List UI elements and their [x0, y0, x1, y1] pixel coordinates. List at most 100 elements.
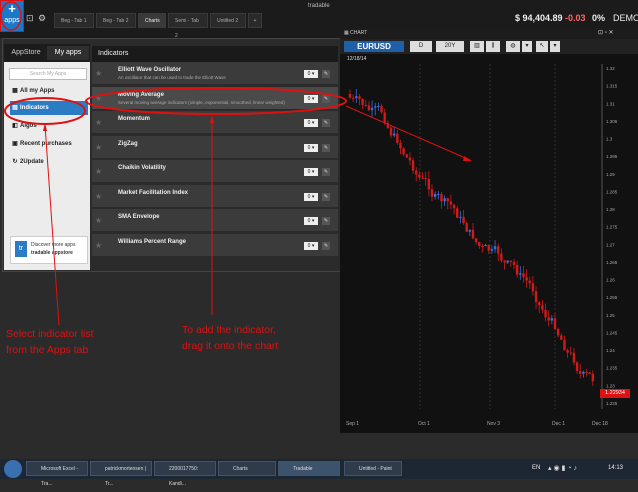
window-controls-icon[interactable]: ⊡ ▫ ✕ — [598, 29, 614, 36]
candle-body — [462, 216, 465, 224]
annotation-left-line-2: from the Apps tab — [6, 344, 89, 356]
edit-icon[interactable]: ✎ — [322, 241, 330, 250]
edit-icon[interactable]: ✎ — [322, 70, 330, 78]
annotation-right: To add the indicator, drag it onto the c… — [182, 322, 278, 354]
taskbar-item-paint[interactable]: Untitled - Paint — [344, 461, 402, 476]
star-icon[interactable]: ★ — [95, 69, 102, 78]
indicator-count[interactable]: 0 ▾ — [304, 192, 318, 201]
price-tick: 1.285 — [606, 189, 618, 194]
candle-body — [553, 318, 557, 330]
cart-icon: ▣ — [12, 141, 18, 147]
lock-icon[interactable]: ⊡ — [26, 13, 34, 24]
star-icon[interactable]: ★ — [95, 143, 102, 152]
sidebar-item-recent-purchases[interactable]: ▣ Recent purchases — [10, 137, 88, 151]
candle-body — [348, 94, 352, 98]
tab-beg-1[interactable]: Beg - Tab 1 — [54, 13, 94, 28]
candle-body — [563, 339, 566, 351]
indicator-count[interactable]: 0 ▾ — [304, 143, 318, 152]
sidebar-item-algos[interactable]: ◧ Algos — [10, 119, 88, 133]
dropdown-icon[interactable]: ▾ — [522, 41, 532, 52]
grid-icon: ▦ — [12, 88, 18, 94]
settings-icon[interactable]: ⚙ — [38, 13, 46, 24]
indicator-row[interactable]: ★ Elliott Wave Oscillator An oscillator th… — [92, 62, 338, 85]
appstore-promo[interactable]: tr Discover more apps tradable appstore — [10, 236, 88, 264]
taskbar-item-excel[interactable]: Microsoft Excel - Tra... — [26, 461, 88, 487]
add-tab-button[interactable]: + — [248, 13, 262, 28]
tab-semi-2[interactable]: Semi - Tab 2 — [168, 13, 208, 39]
indicator-row[interactable]: ★ Momentum 0 ▾ ✎ — [92, 111, 338, 134]
star-icon[interactable]: ★ — [95, 216, 102, 225]
price-tick: 1.31 — [606, 101, 615, 106]
star-icon[interactable]: ★ — [95, 167, 102, 176]
indicator-row[interactable]: ★ Chaikin Volatility 0 ▾ ✎ — [92, 160, 338, 183]
taskbar-item-charts[interactable]: Charts — [218, 461, 276, 476]
chart-type-icon[interactable]: ▥ — [470, 41, 484, 52]
candle-body — [547, 317, 550, 321]
indicator-name: Williams Percent Range — [118, 238, 186, 245]
start-button-icon[interactable] — [4, 460, 22, 478]
indicator-count[interactable]: 0 ▾ — [304, 70, 318, 78]
price-tick: 1.29 — [606, 172, 615, 177]
tab-appstore[interactable]: AppStore — [6, 46, 46, 60]
indicator-count[interactable]: 0 ▾ — [304, 168, 318, 176]
tab-myapps[interactable]: My apps — [47, 46, 89, 60]
indicator-description: An oscillator that can be used to trade … — [118, 75, 226, 80]
range-select[interactable]: 20Y — [436, 41, 464, 52]
edit-icon[interactable]: ✎ — [322, 143, 330, 152]
price-tick: 1.26 — [606, 278, 615, 283]
indicator-row[interactable]: ★ Williams Percent Range 0 ▾ ✎ — [92, 233, 338, 257]
candle-body — [484, 245, 487, 247]
candle-body — [528, 280, 531, 284]
edit-icon[interactable]: ✎ — [322, 94, 330, 103]
price-tick: 1.265 — [606, 260, 618, 265]
edit-icon[interactable]: ✎ — [322, 192, 330, 201]
sidebar-item-indicators[interactable]: ▤ Indicators — [10, 101, 88, 115]
indicator-row[interactable]: ★ Market Facilitation Index 0 ▾ ✎ — [92, 184, 338, 208]
tray-icons[interactable]: ▴ ◉ ▮ ◔ ♪ — [548, 464, 577, 472]
star-icon[interactable]: ★ — [95, 192, 102, 201]
candle-body — [358, 96, 361, 99]
tab-untitled-2[interactable]: Untitled 2 — [210, 13, 246, 28]
cursor-icon[interactable]: ↖ — [536, 41, 548, 52]
star-icon[interactable]: ★ — [95, 118, 102, 127]
bars-icon[interactable]: ⫼ — [486, 41, 500, 52]
candle-body — [411, 160, 415, 171]
indicator-count[interactable]: 0 ▾ — [304, 217, 318, 225]
apps-button[interactable]: + apps — [0, 0, 24, 32]
indicator-row[interactable]: ★ SMA Envelope 0 ▾ ✎ — [92, 209, 338, 232]
globe-icon[interactable]: ◍ — [506, 41, 520, 52]
language-indicator[interactable]: EN — [532, 465, 540, 471]
timeframe-select[interactable]: D — [410, 41, 432, 52]
indicator-row[interactable]: ★ ZigZag 0 ▾ ✎ — [92, 135, 338, 159]
star-icon[interactable]: ★ — [95, 241, 102, 250]
indicator-count[interactable]: 0 ▾ — [304, 94, 318, 103]
edit-icon[interactable]: ✎ — [322, 168, 330, 176]
candle-body — [399, 142, 402, 149]
candle-body — [456, 208, 459, 218]
taskbar-item-tradable[interactable]: Tradable — [278, 461, 340, 476]
indicator-name: Moving Average — [118, 91, 164, 98]
taskbar-item-doc[interactable]: 2200017750: Kandi... — [154, 461, 216, 487]
date-tick: Nov 3 — [487, 421, 500, 427]
refresh-icon: ↻ — [12, 159, 18, 165]
date-tick: Oct 1 — [418, 421, 430, 427]
edit-icon[interactable]: ✎ — [322, 119, 330, 127]
edit-icon[interactable]: ✎ — [322, 217, 330, 225]
symbol-selector[interactable]: EURUSD — [344, 41, 404, 52]
taskbar-item-browser[interactable]: patrickmortensen | Tr... — [90, 461, 152, 487]
candle-body — [481, 245, 484, 247]
cursor-dropdown-icon[interactable]: ▾ — [550, 41, 560, 52]
tab-charts[interactable]: Charts — [138, 13, 166, 28]
price-chart[interactable]: 1.32 1.315 1.31 1.305 1.3 1.295 1.29 1.285 1.28 1… — [340, 54, 638, 433]
sidebar-item-2update[interactable]: ↻ 2Update — [10, 155, 88, 169]
star-icon[interactable]: ★ — [95, 94, 102, 103]
candle-body — [427, 178, 431, 190]
candle-body — [582, 371, 585, 374]
search-apps-input[interactable]: Search My Apps — [9, 68, 87, 80]
tab-beg-2[interactable]: Beg - Tab 2 — [96, 13, 136, 28]
indicator-count[interactable]: 0 ▾ — [304, 119, 318, 127]
indicator-row[interactable]: ★ Moving Average Several moving average in… — [92, 86, 338, 110]
indicator-count[interactable]: 0 ▾ — [304, 241, 318, 250]
candle-body — [424, 178, 427, 180]
sidebar-item-all-apps[interactable]: ▦ All my Apps — [10, 84, 88, 98]
